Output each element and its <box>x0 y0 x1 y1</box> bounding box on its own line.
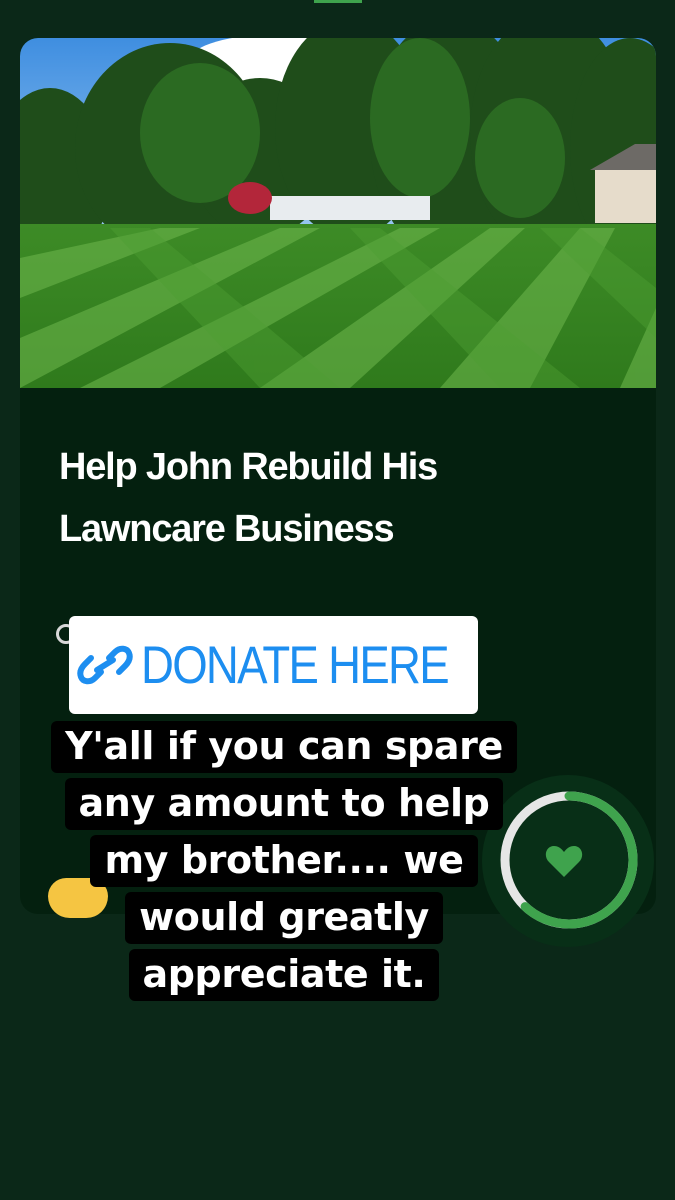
donate-link-sticker[interactable]: DONATE HERE <box>69 616 478 714</box>
top-handle <box>314 0 362 3</box>
donate-label[interactable]: DONATE HERE <box>141 635 450 696</box>
caption-line: appreciate it. <box>128 949 440 1001</box>
caption-line: my brother.... we <box>90 835 478 887</box>
caption-line: Y'all if you can spare <box>51 721 517 773</box>
caption-line: any amount to help <box>64 778 504 830</box>
campaign-hero-image <box>20 38 656 388</box>
story-caption: Y'all if you can spare any amount to hel… <box>0 718 568 1003</box>
link-icon <box>76 645 133 685</box>
caption-line: would greatly <box>125 892 443 944</box>
campaign-title: Help John Rebuild His Lawncare Business <box>59 446 438 550</box>
